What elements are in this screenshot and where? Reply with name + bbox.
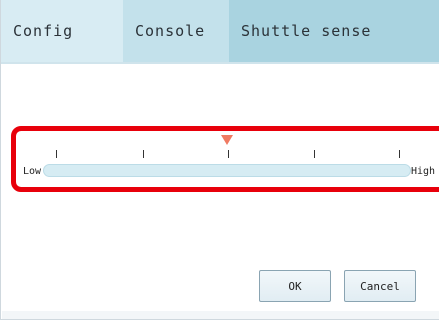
tab-console[interactable]: Console bbox=[123, 0, 229, 62]
ok-button[interactable]: OK bbox=[259, 270, 331, 302]
tab-config-label: Config bbox=[13, 22, 74, 40]
shuttle-sense-dialog: Config Console Shuttle sense Low High OK… bbox=[0, 0, 439, 320]
tab-config[interactable]: Config bbox=[1, 0, 123, 62]
bottom-strip bbox=[2, 311, 439, 319]
tab-shuttle-sense[interactable]: Shuttle sense bbox=[229, 0, 439, 62]
tab-shuttle-sense-label: Shuttle sense bbox=[241, 22, 372, 40]
slider-highlight-box bbox=[11, 126, 439, 192]
tab-console-label: Console bbox=[135, 22, 206, 40]
cancel-button[interactable]: Cancel bbox=[344, 270, 416, 302]
tab-bar: Config Console Shuttle sense bbox=[1, 0, 439, 64]
